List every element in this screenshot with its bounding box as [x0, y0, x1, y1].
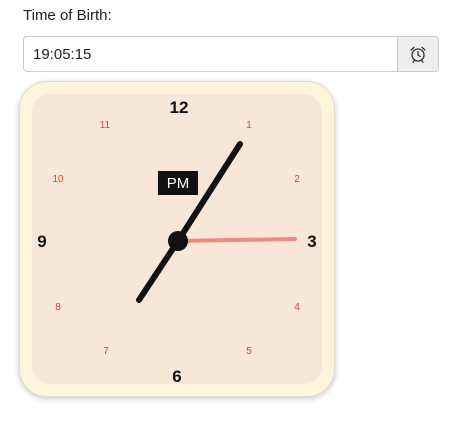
alarm-clock-icon — [410, 46, 426, 63]
clock-number-1[interactable]: 1 — [246, 120, 252, 131]
clock-number-9[interactable]: 9 — [37, 232, 46, 251]
clock-number-6[interactable]: 6 — [172, 367, 181, 386]
clock-widget[interactable]: 12 3 6 9 1 2 4 5 7 8 10 11 PM — [19, 81, 335, 397]
clock-number-3[interactable]: 3 — [307, 232, 316, 251]
clock-dial[interactable]: 12 3 6 9 1 2 4 5 7 8 10 11 PM — [20, 82, 336, 398]
second-hand[interactable] — [176, 237, 297, 243]
clock-number-7[interactable]: 7 — [103, 346, 109, 357]
clock-center-hub — [168, 231, 188, 251]
time-of-birth-label: Time of Birth: — [23, 7, 112, 24]
clock-number-4[interactable]: 4 — [294, 302, 300, 313]
time-input-group — [23, 36, 439, 72]
clock-number-10[interactable]: 10 — [52, 174, 64, 185]
time-input[interactable] — [23, 36, 397, 72]
clock-number-8[interactable]: 8 — [55, 302, 61, 313]
clock-number-5[interactable]: 5 — [246, 346, 252, 357]
clock-picker-button[interactable] — [397, 36, 439, 72]
clock-number-12[interactable]: 12 — [170, 98, 189, 117]
hour-hand[interactable] — [136, 238, 181, 303]
clock-number-2[interactable]: 2 — [294, 174, 300, 185]
clock-number-11[interactable]: 11 — [100, 120, 111, 131]
ampm-label[interactable]: PM — [167, 175, 190, 192]
